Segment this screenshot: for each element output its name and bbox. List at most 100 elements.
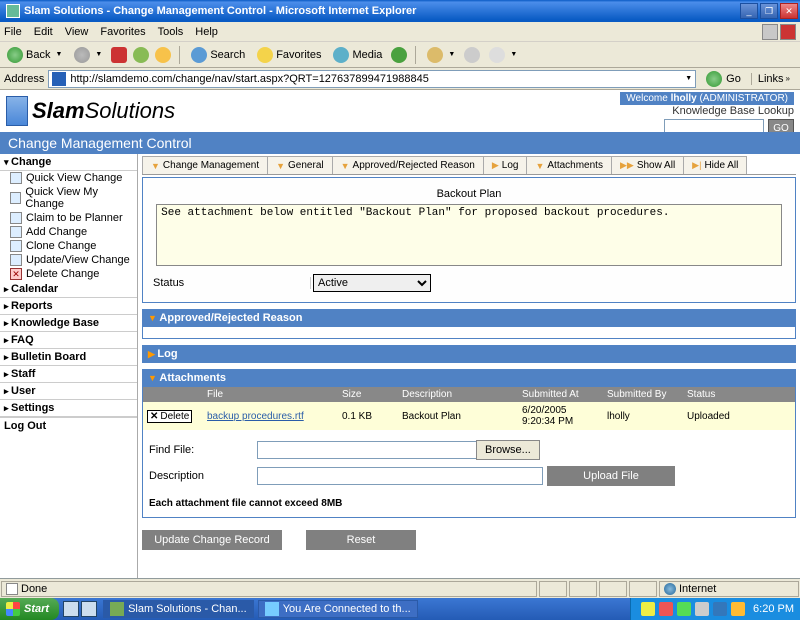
sidebar-item-claim-planner[interactable]: Claim to be Planner (0, 211, 137, 225)
doc-icon (10, 240, 22, 252)
reset-button[interactable]: Reset (306, 530, 416, 550)
tray-icon[interactable] (731, 602, 745, 616)
menu-file[interactable]: File (4, 26, 22, 38)
task-icon (110, 602, 124, 616)
tray-icon[interactable] (677, 602, 691, 616)
sidebar-head-settings[interactable]: Settings (0, 400, 137, 417)
tab-change-mgmt[interactable]: ▼Change Management (142, 156, 268, 174)
section-head-attachments[interactable]: Attachments (142, 369, 796, 387)
address-label: Address (4, 73, 44, 85)
sidebar-item-clone-change[interactable]: Clone Change (0, 239, 137, 253)
quicklaunch-item[interactable] (63, 601, 79, 617)
minimize-button[interactable]: _ (740, 3, 758, 19)
sidebar-item-quick-view-my-change[interactable]: Quick View My Change (0, 185, 137, 211)
menubar: File Edit View Favorites Tools Help (0, 22, 800, 42)
section-head-approved[interactable]: Approved/Rejected Reason (142, 309, 796, 327)
tray-icon[interactable] (641, 602, 655, 616)
maximize-button[interactable]: ❐ (760, 3, 778, 19)
section-body-attachments: File Size Description Submitted At Submi… (142, 387, 796, 518)
backout-plan-textarea[interactable]: See attachment below entitled "Backout P… (156, 204, 782, 266)
system-tray: 6:20 PM (630, 598, 800, 620)
sidebar-head-staff[interactable]: Staff (0, 366, 137, 383)
forward-icon (74, 47, 90, 63)
attachment-file-link[interactable]: backup procedures.rtf (207, 411, 304, 422)
doc-icon (10, 254, 22, 266)
browser-toolbar: Back▼ ▼ Search Favorites Media ▼ ▼ (0, 42, 800, 68)
menu-edit[interactable]: Edit (34, 26, 53, 38)
windows-icon (6, 602, 20, 616)
sidebar-head-kb[interactable]: Knowledge Base (0, 315, 137, 332)
search-button[interactable]: Search (188, 46, 248, 64)
menu-view[interactable]: View (65, 26, 89, 38)
sidebar-head-calendar[interactable]: Calendar (0, 281, 137, 298)
attachment-size: 0.1 KB (338, 402, 398, 430)
tab-show-all[interactable]: ▶▶Show All (611, 156, 684, 174)
favorites-button[interactable]: Favorites (254, 46, 324, 64)
browse-button[interactable]: Browse... (476, 440, 540, 460)
update-change-record-button[interactable]: Update Change Record (142, 530, 282, 550)
address-dropdown-icon[interactable]: ▼ (685, 75, 692, 82)
attachment-submitted-by: lholly (603, 402, 683, 430)
doc-icon (10, 172, 22, 184)
refresh-button[interactable] (133, 47, 149, 63)
kb-lookup-label: Knowledge Base Lookup (620, 105, 794, 117)
window-titlebar: Slam Solutions - Change Management Contr… (0, 0, 800, 22)
media-button[interactable]: Media (330, 46, 385, 64)
go-button[interactable]: Go (700, 71, 747, 87)
home-button[interactable] (155, 47, 171, 63)
sidebar-item-add-change[interactable]: Add Change (0, 225, 137, 239)
status-cell (539, 581, 567, 597)
tab-log[interactable]: ▶Log (483, 156, 528, 174)
delete-icon: ✕ (10, 268, 22, 280)
throbber-close-icon[interactable] (780, 24, 796, 40)
sidebar-item-quick-view-change[interactable]: Quick View Change (0, 171, 137, 185)
close-button[interactable]: ✕ (780, 3, 798, 19)
status-cell (629, 581, 657, 597)
sidebar-head-bulletin[interactable]: Bulletin Board (0, 349, 137, 366)
address-url: http://slamdemo.com/change/nav/start.asp… (70, 73, 428, 85)
sidebar-item-update-view-change[interactable]: Update/View Change (0, 253, 137, 267)
stop-button[interactable] (111, 47, 127, 63)
done-icon (6, 583, 18, 595)
status-select[interactable]: Active (313, 274, 431, 292)
section-head-log[interactable]: Log (142, 345, 796, 363)
taskbar-task-connected[interactable]: You Are Connected to th... (258, 600, 418, 618)
sidebar-logout[interactable]: Log Out (0, 417, 137, 434)
start-button[interactable]: Start (0, 598, 59, 620)
tray-icon[interactable] (659, 602, 673, 616)
delete-attachment-button[interactable]: ✕Delete (147, 410, 192, 423)
menu-tools[interactable]: Tools (158, 26, 184, 38)
sidebar-item-delete-change[interactable]: ✕Delete Change (0, 267, 137, 281)
history-button[interactable] (391, 47, 407, 63)
upload-file-button[interactable]: Upload File (547, 466, 675, 486)
tray-icon[interactable] (695, 602, 709, 616)
sidebar-head-reports[interactable]: Reports (0, 298, 137, 315)
upload-note: Each attachment file cannot exceed 8MB (149, 498, 789, 509)
th-size: Size (338, 387, 398, 402)
tab-approved-rejected[interactable]: ▼Approved/Rejected Reason (332, 156, 484, 174)
tray-icon[interactable] (713, 602, 727, 616)
menu-favorites[interactable]: Favorites (100, 26, 145, 38)
th-blank (143, 387, 203, 402)
tab-general[interactable]: ▼General (267, 156, 333, 174)
sidebar-head-change[interactable]: Change (0, 154, 137, 171)
tab-attachments[interactable]: ▼Attachments (526, 156, 612, 174)
back-button[interactable]: Back▼ (4, 46, 65, 64)
print-button[interactable] (464, 47, 480, 63)
menu-help[interactable]: Help (195, 26, 218, 38)
clock[interactable]: 6:20 PM (753, 603, 794, 615)
windows-taskbar: Start Slam Solutions - Chan... You Are C… (0, 598, 800, 620)
sidebar-head-user[interactable]: User (0, 383, 137, 400)
th-submitted-at: Submitted At (518, 387, 603, 402)
links-button[interactable]: Links » (751, 73, 796, 85)
upload-desc-input[interactable] (257, 467, 543, 485)
forward-button[interactable]: ▼ (71, 46, 105, 64)
address-input[interactable]: http://slamdemo.com/change/nav/start.asp… (48, 70, 696, 88)
edit-dropdown[interactable]: ▼ (486, 46, 520, 64)
find-file-input[interactable] (257, 441, 477, 459)
sidebar-head-faq[interactable]: FAQ (0, 332, 137, 349)
taskbar-task-slam[interactable]: Slam Solutions - Chan... (103, 600, 254, 618)
quicklaunch-item[interactable] (81, 601, 97, 617)
tab-hide-all[interactable]: ▶|Hide All (683, 156, 747, 174)
mail-button[interactable]: ▼ (424, 46, 458, 64)
